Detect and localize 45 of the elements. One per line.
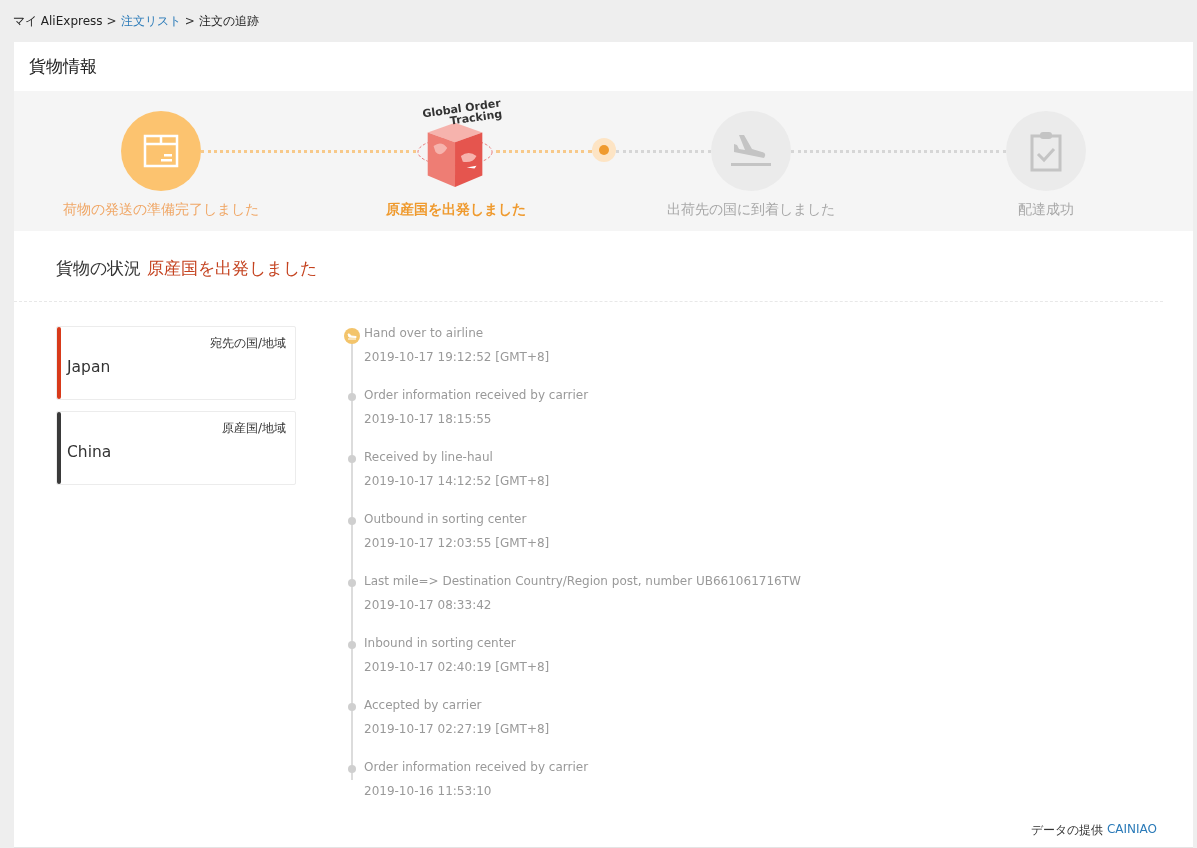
timeline-dot xyxy=(348,765,356,773)
plane-landing-icon xyxy=(728,132,773,169)
event-time: 2019-10-17 02:40:19 [GMT+8] xyxy=(364,660,550,674)
event-title: Accepted by carrier xyxy=(364,698,483,712)
credit-label: データの提供 xyxy=(1030,822,1103,839)
event-title: Last mile=> Destination Country/Region post, number UB661061716TW xyxy=(364,574,801,588)
event-time: 2019-10-17 12:03:55 [GMT+8] xyxy=(364,536,550,550)
panel-title: 貨物情報 xyxy=(28,54,98,78)
breadcrumb-item: 注文の追跡 xyxy=(198,12,259,30)
country-name: China xyxy=(67,443,113,461)
timeline-dot xyxy=(348,703,356,711)
plane-icon xyxy=(344,328,360,344)
timeline-dot xyxy=(348,455,356,463)
timeline-dot xyxy=(348,517,356,525)
event-title: Outbound in sorting center xyxy=(364,512,528,526)
breadcrumb-item: マイ AliExpress xyxy=(13,12,103,30)
step-label: 配達成功 xyxy=(1017,200,1074,219)
country-name: Japan xyxy=(67,358,112,376)
event-title: Inbound in sorting center xyxy=(364,636,517,650)
event-time: 2019-10-17 18:15:55 xyxy=(364,412,493,426)
status-value: 原産国を出発しました xyxy=(147,257,317,281)
timeline-dot xyxy=(348,393,356,401)
breadcrumb-separator: > xyxy=(184,14,195,28)
provider-link[interactable]: CAINIAO xyxy=(1106,822,1157,839)
event-time: 2019-10-17 02:27:19 [GMT+8] xyxy=(364,722,550,736)
event-title: Order information received by carrier xyxy=(364,388,589,402)
country-caption: 宛先の国/地域 xyxy=(209,335,286,352)
event-time: 2019-10-17 19:12:52 [GMT+8] xyxy=(364,350,550,364)
step-label: 出荷先の国に到着しました xyxy=(666,200,835,219)
clipboard-check-icon xyxy=(1028,129,1063,172)
timeline-dot xyxy=(348,579,356,587)
tracking-label: Global Order Tracking xyxy=(421,97,503,130)
event-time: 2019-10-16 11:53:10 xyxy=(364,784,493,798)
step-label: 原産国を出発しました xyxy=(386,200,527,219)
event-title: Order information received by carrier xyxy=(364,760,589,774)
event-title: Received by line-haul xyxy=(364,450,494,464)
event-time: 2019-10-17 08:33:42 xyxy=(364,598,493,612)
breadcrumb-separator: > xyxy=(106,14,117,28)
timeline-dot xyxy=(348,641,356,649)
step-label: 荷物の発送の準備完了しました xyxy=(63,200,260,219)
event-title: Hand over to airline xyxy=(364,326,485,340)
country-caption: 原産国/地域 xyxy=(221,420,286,437)
breadcrumb-link[interactable]: 注文リスト xyxy=(120,12,181,30)
event-time: 2019-10-17 14:12:52 [GMT+8] xyxy=(364,474,550,488)
status-label: 貨物の状況 xyxy=(56,257,141,281)
